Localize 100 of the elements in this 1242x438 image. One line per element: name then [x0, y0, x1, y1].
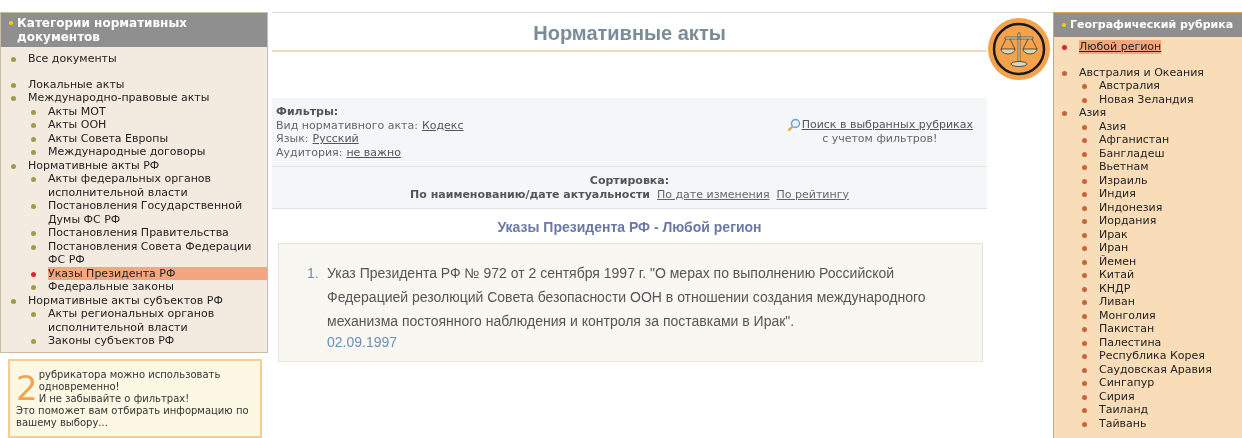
category-link[interactable]: Австралия и Океания [1079, 65, 1204, 79]
bullet-icon [1062, 111, 1067, 116]
filter-link[interactable]: Русский [312, 132, 359, 146]
bullet-icon [1082, 97, 1087, 103]
bullet-icon [1082, 124, 1087, 130]
category-link[interactable]: Индия [1099, 187, 1136, 201]
bullet-icon [11, 163, 16, 169]
filter-label: Аудитория: [276, 145, 343, 159]
search-note: с учетом фильтров! [822, 132, 938, 146]
category-link[interactable]: Израиль [1099, 173, 1148, 187]
filter-label: Язык: [276, 132, 309, 146]
category-link[interactable]: Международные договоры [48, 145, 206, 159]
bullet-icon [1082, 138, 1087, 143]
category-link[interactable]: Иордания [1099, 214, 1157, 228]
category-link[interactable]: Китай [1099, 268, 1135, 282]
tip-text: Это поможет вам отбирать информацию по вашему выбору... [16, 404, 250, 429]
tip-number: 2 [16, 370, 38, 405]
result-number: 1. [307, 263, 320, 283]
search-link[interactable]: Поиск в выбранных рубриках [786, 118, 973, 132]
bullet-icon [1082, 192, 1087, 197]
category-link[interactable]: Международно-правовые акты [28, 91, 210, 105]
category-link[interactable]: Бангладеш [1099, 146, 1165, 160]
category-link[interactable]: Акты Совета Европы [48, 131, 169, 145]
sorting-title: Сортировка: [589, 174, 670, 188]
category-link[interactable]: Федеральные законы [48, 280, 174, 294]
sort-option[interactable]: По дате изменения [657, 187, 770, 201]
filter-link[interactable]: Кодекс [421, 118, 464, 132]
bullet-icon [1082, 165, 1087, 170]
category-link[interactable]: Ливан [1099, 295, 1135, 309]
category-link[interactable]: Постановления Правительства [48, 226, 229, 240]
tip-text: рубрикатора можно использовать одновременно! [38, 368, 222, 393]
category-link[interactable]: Йемен [1099, 254, 1137, 268]
category-link[interactable]: Индонезия [1099, 200, 1163, 214]
category-link[interactable]: Австралия [1099, 79, 1160, 93]
category-link[interactable]: Акты ООН [48, 118, 107, 132]
filter-label: Вид нормативного акта: [276, 118, 418, 132]
category-link[interactable]: Ирак [1099, 227, 1128, 241]
category-link[interactable]: Таиланд [1099, 403, 1149, 417]
bullet-icon [31, 109, 36, 115]
scales-logo-icon [987, 17, 1051, 81]
category-link[interactable]: Палестина [1099, 335, 1162, 349]
bullet-icon [31, 177, 36, 182]
category-link[interactable]: Любой регион [1079, 40, 1162, 54]
bullet-icon [1082, 327, 1087, 332]
bullet-icon [1062, 23, 1066, 27]
category-link[interactable]: Саудовская Аравия [1099, 362, 1212, 376]
category-link[interactable]: Азия [1099, 119, 1127, 133]
category-link[interactable]: Азия [1079, 106, 1107, 120]
category-link[interactable]: Монголия [1099, 308, 1156, 322]
filter-link[interactable]: не важно [346, 145, 401, 159]
category-link[interactable]: Вьетнам [1099, 160, 1149, 174]
category-link[interactable]: Сирия [1099, 389, 1135, 403]
category-link[interactable]: Афганистан [1099, 133, 1170, 147]
bullet-icon [1082, 178, 1087, 184]
category-link[interactable]: Нормативные акты РФ [28, 158, 160, 172]
bullet-icon [1082, 232, 1087, 238]
filters-title: Фильтры: [276, 105, 340, 119]
bullet-icon [31, 244, 36, 250]
bullet-icon [31, 150, 36, 155]
sort-option[interactable]: По рейтингу [776, 187, 849, 201]
category-link[interactable]: Акты федеральных органов исполнительной власти [48, 172, 267, 199]
bullet-icon [1082, 219, 1087, 224]
bullet-icon [1082, 286, 1087, 292]
panel-title: Географический рубрика [1070, 18, 1234, 32]
bullet-icon [1082, 300, 1087, 305]
bullet-icon [1082, 367, 1087, 373]
category-link[interactable]: Тайвань [1099, 416, 1147, 430]
category-link[interactable]: Локальные акты [28, 77, 125, 91]
category-link[interactable]: Указы Президента РФ [48, 266, 267, 280]
bullet-icon [31, 136, 36, 142]
bullet-icon [11, 82, 16, 88]
category-link[interactable]: Акты МОТ [48, 104, 106, 118]
category-link[interactable]: Акты региональных органов исполнительной власти [48, 307, 267, 334]
category-link[interactable]: Новая Зеландия [1099, 92, 1194, 106]
bullet-icon [1062, 45, 1067, 50]
bullet-icon [1082, 84, 1087, 89]
sort-option[interactable]: По наименованию/дате актуальности [410, 187, 650, 201]
bullet-icon [31, 285, 36, 290]
category-link[interactable]: Сингапур [1099, 376, 1155, 390]
category-link[interactable]: КНДР [1099, 281, 1131, 295]
bullet-icon [1082, 381, 1087, 386]
category-link[interactable]: Республика Корея [1099, 349, 1205, 363]
search-icon [786, 118, 801, 132]
category-link[interactable]: Все документы [28, 52, 117, 66]
category-link[interactable]: Постановления Совета Федерации ФС РФ [48, 239, 267, 267]
bullet-icon [1082, 340, 1087, 346]
bullet-icon [1082, 273, 1087, 278]
bullet-icon [1082, 408, 1087, 413]
bullet-icon [31, 312, 36, 317]
panel-title: Категории нормативных документов [17, 16, 188, 44]
category-link[interactable]: Нормативные акты субъектов РФ [28, 293, 223, 307]
category-link[interactable]: Постановления Государственной Думы ФС РФ [48, 199, 267, 226]
bullet-icon [31, 204, 36, 209]
bullet-icon [1082, 205, 1087, 211]
category-link[interactable]: Пакистан [1099, 322, 1155, 336]
bullet-icon [11, 57, 16, 62]
bullet-icon [31, 271, 36, 277]
bullet-icon [1062, 70, 1067, 76]
category-link[interactable]: Законы субъектов РФ [48, 334, 175, 348]
category-link[interactable]: Иран [1099, 241, 1129, 255]
